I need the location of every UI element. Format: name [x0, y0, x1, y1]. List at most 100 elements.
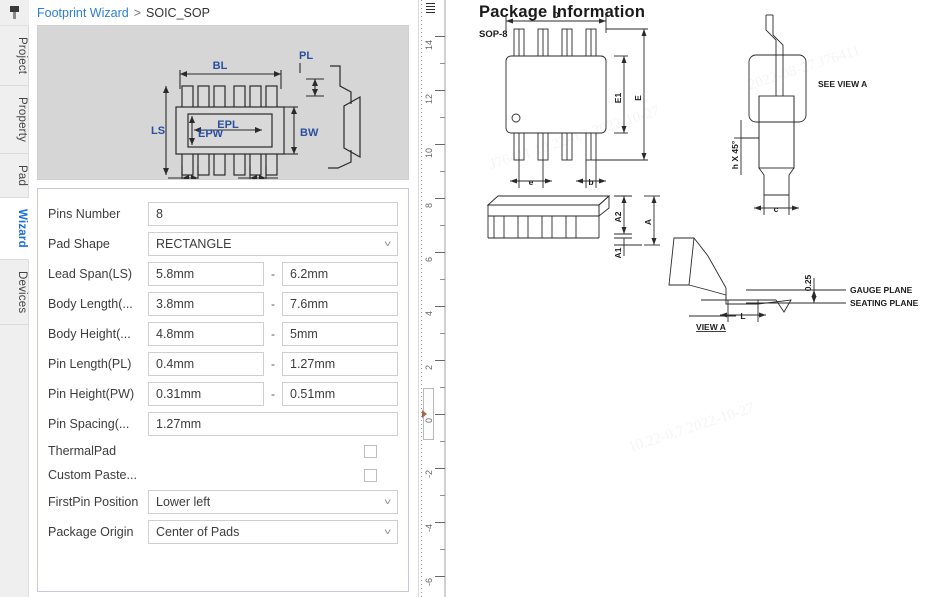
- breadcrumb-current: SOIC_SOP: [146, 5, 210, 20]
- label-e1: E1: [613, 93, 623, 104]
- sidebar-item-devices[interactable]: Devices: [0, 260, 29, 326]
- ruler-label: -2: [424, 470, 434, 479]
- form-row-pin-length: Pin Length(PL) 0.4mm - 1.27mm: [48, 349, 398, 379]
- package-origin-select[interactable]: Center of Pads ˅: [148, 520, 398, 544]
- label-see-view-a: SEE VIEW A: [818, 79, 867, 89]
- package-mechanical-drawing: D e b c L E1 E A2 A A1 h X 45° 0.25 SEE …: [486, 10, 919, 332]
- label-l: L: [740, 311, 745, 321]
- chevron-down-icon: ˅: [383, 239, 392, 249]
- label-c: c: [774, 204, 779, 214]
- lead-span-max-input[interactable]: 6.2mm: [282, 262, 398, 286]
- label-seating-plane: SEATING PLANE: [850, 298, 919, 308]
- label-pin-height: Pin Height(PW): [48, 387, 135, 401]
- label-pins-number: Pins Number: [48, 207, 121, 221]
- sidebar-item-wizard[interactable]: Wizard: [0, 198, 29, 261]
- sidebar-item-project[interactable]: Project: [0, 26, 29, 87]
- breadcrumb-root-link[interactable]: Footprint Wizard: [37, 6, 129, 20]
- chevron-down-icon: ˅: [383, 527, 392, 537]
- label-h-angle: h X 45°: [730, 140, 740, 169]
- rail-filler: [0, 325, 29, 597]
- body-length-max-input[interactable]: 7.6mm: [282, 292, 398, 316]
- form-row-lead-span: Lead Span(LS) 5.8mm - 6.2mm: [48, 259, 398, 289]
- form-row-custom-paste: Custom Paste...: [48, 463, 398, 487]
- sidebar-item-label: Wizard: [16, 209, 28, 249]
- label-a: A: [643, 219, 653, 225]
- pin-length-max-input[interactable]: 1.27mm: [282, 352, 398, 376]
- breadcrumb: Footprint Wizard > SOIC_SOP: [30, 0, 418, 25]
- sidebar-item-label: Pad: [16, 165, 28, 187]
- range-dash: -: [271, 387, 275, 401]
- body-length-min-input[interactable]: 3.8mm: [148, 292, 264, 316]
- pin-length-min-input[interactable]: 0.4mm: [148, 352, 264, 376]
- svg-text:EPL: EPL: [217, 119, 239, 131]
- range-dash: -: [271, 297, 275, 311]
- pad-shape-select[interactable]: RECTANGLE ˅: [148, 232, 398, 256]
- label-pad-shape: Pad Shape: [48, 237, 110, 251]
- ruler-label: 0: [424, 418, 434, 424]
- label-d: D: [553, 10, 559, 20]
- sidebar-item-label: Property: [16, 97, 28, 143]
- form-row-pins-number: Pins Number 8: [48, 199, 398, 229]
- sidebar-item-label: Project: [16, 37, 28, 75]
- watermark: 10.22-0.7 2022-10-27: [627, 400, 757, 457]
- label-gauge-dim: 0.25: [803, 274, 813, 291]
- label-body-length: Body Length(...: [48, 297, 133, 311]
- form-row-thermal-pad: ThermalPad: [48, 439, 398, 463]
- drag-grip-icon[interactable]: [426, 3, 435, 14]
- ruler-label: -4: [424, 524, 434, 533]
- thermal-pad-checkbox[interactable]: [364, 444, 377, 458]
- label-view-a: VIEW A: [696, 322, 726, 332]
- ruler-label: 12: [424, 94, 434, 105]
- ruler-label: 2: [424, 365, 434, 371]
- sidebar-item-property[interactable]: Property: [0, 86, 29, 155]
- form-row-package-origin: Package Origin Center of Pads ˅: [48, 517, 398, 547]
- label-custom-paste: Custom Paste...: [48, 468, 137, 482]
- label-b: b: [588, 177, 593, 187]
- form-row-firstpin-position: FirstPin Position Lower left ˅: [48, 487, 398, 517]
- pin-height-max-input[interactable]: 0.51mm: [282, 382, 398, 406]
- custom-paste-checkbox[interactable]: [364, 468, 377, 482]
- label-thermal-pad: ThermalPad: [48, 444, 117, 458]
- ruler-dot-track: [421, 0, 422, 597]
- body-height-max-input[interactable]: 5mm: [282, 322, 398, 346]
- body-height-min-input[interactable]: 4.8mm: [148, 322, 264, 346]
- ruler-position-marker: [422, 410, 427, 418]
- lead-span-min-input[interactable]: 5.8mm: [148, 262, 264, 286]
- vertical-ruler[interactable]: 14 12 10 8 6 4 2 0 -2 -4 -6: [418, 0, 446, 597]
- ruler-label: 14: [424, 40, 434, 51]
- label-body-height: Body Height(...: [48, 327, 131, 341]
- range-dash: -: [271, 267, 275, 281]
- ruler-label: 8: [424, 203, 434, 209]
- svg-text:PL: PL: [299, 50, 313, 62]
- svg-text:LS: LS: [151, 125, 165, 137]
- firstpin-position-select[interactable]: Lower left ˅: [148, 490, 398, 514]
- form-row-body-height: Body Height(... 4.8mm - 5mm: [48, 319, 398, 349]
- label-pin-spacing: Pin Spacing(...: [48, 417, 130, 431]
- wizard-parameter-form: Pins Number 8 Pad Shape RECTANGLE ˅ Lead…: [37, 188, 409, 592]
- footprint-wizard-window: Project Property Pad Wizard Devices Foot…: [0, 0, 931, 597]
- footprint-parameter-diagram: BL PL LS EPW EPL BW PP PW: [37, 25, 409, 180]
- range-dash: -: [271, 357, 275, 371]
- ruler-label: -6: [424, 578, 434, 587]
- ruler-label: 6: [424, 257, 434, 263]
- sidebar-item-pad[interactable]: Pad: [0, 154, 29, 199]
- pad-shape-value: RECTANGLE: [156, 237, 232, 251]
- pin-height-min-input[interactable]: 0.31mm: [148, 382, 264, 406]
- pin-spacing-input[interactable]: 1.27mm: [148, 412, 398, 436]
- ruler-label: 4: [424, 311, 434, 317]
- pin-icon: [9, 6, 20, 19]
- label-a2: A2: [613, 211, 623, 222]
- wizard-pane: Footprint Wizard > SOIC_SOP BL PL LS EPW…: [29, 0, 418, 597]
- breadcrumb-separator: >: [133, 5, 142, 20]
- form-row-pin-height: Pin Height(PW) 0.31mm - 0.51mm: [48, 379, 398, 409]
- label-lead-span: Lead Span(LS): [48, 267, 133, 281]
- chevron-down-icon: ˅: [383, 497, 392, 507]
- pin-panel-button[interactable]: [0, 0, 29, 26]
- footprint-diagram-svg: BL PL LS EPW EPL BW PP PW: [151, 50, 361, 179]
- label-a1: A1: [613, 247, 623, 258]
- label-e-pitch: e: [529, 177, 534, 187]
- package-information-pane: Package Information SOP-8 J76411 10.22-0…: [446, 0, 931, 597]
- pins-number-input[interactable]: 8: [148, 202, 398, 226]
- svg-text:BW: BW: [300, 127, 319, 139]
- label-gauge-plane: GAUGE PLANE: [850, 285, 913, 295]
